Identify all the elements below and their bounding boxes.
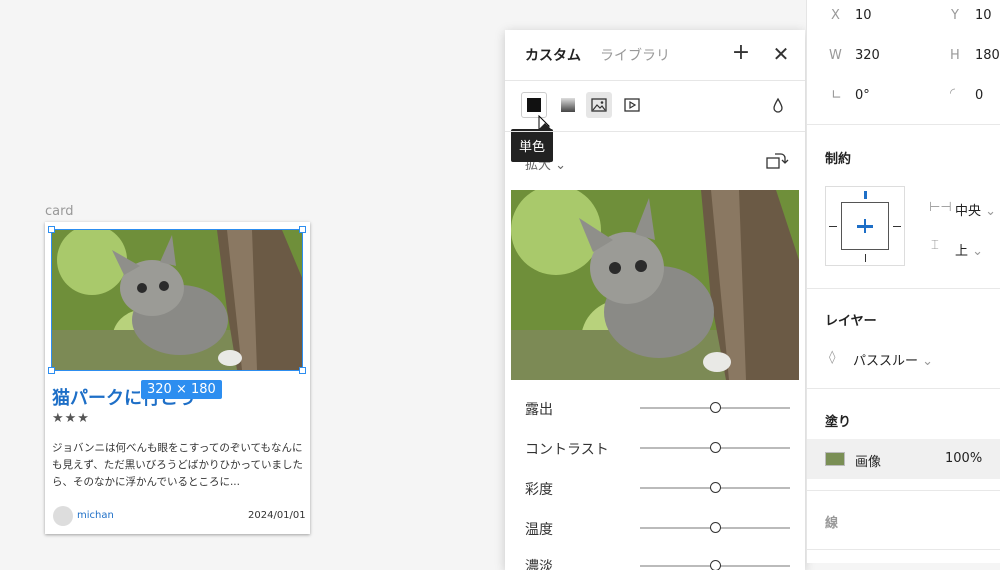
divider [505, 131, 805, 132]
fill-opacity[interactable]: 100% [945, 451, 982, 466]
avatar[interactable] [53, 506, 73, 526]
constraint-top-line[interactable] [864, 191, 867, 199]
blend-mode-select[interactable]: パススルー ⌄ [853, 350, 933, 369]
frame-label[interactable]: card [45, 204, 73, 219]
fill-image-thumbnail[interactable] [825, 452, 845, 466]
rotate-icon[interactable] [763, 148, 789, 174]
rating-stars[interactable]: ★★★ [52, 411, 90, 426]
fill-type[interactable]: 画像 [855, 451, 881, 470]
x-field[interactable]: 10 [855, 8, 872, 23]
size-badge: 320 × 180 [141, 380, 222, 399]
w-label: W [829, 48, 842, 63]
divider [807, 124, 1000, 125]
slider-knob[interactable] [710, 442, 721, 453]
close-icon[interactable]: ✕ [769, 42, 793, 66]
image-fill-icon[interactable] [586, 92, 612, 118]
adjust-label-contrast: コントラスト [525, 442, 609, 458]
y-label: Y [951, 8, 959, 23]
slider-knob[interactable] [710, 402, 721, 413]
opacity-drop-icon[interactable] [767, 94, 789, 116]
constraint-right-line[interactable] [893, 226, 901, 227]
properties-panel: X 10 Y 10 W 320 H 180 ∟ 0° ◜ 0 制約 ⊢⊣ 中央 … [806, 0, 1000, 563]
chevron-down-icon: ⌄ [972, 244, 984, 259]
constraint-left-line[interactable] [829, 226, 837, 227]
resize-handle-bottom-left[interactable] [48, 367, 55, 374]
tint-slider[interactable] [640, 560, 790, 570]
divider [807, 490, 1000, 491]
saturation-slider[interactable] [640, 482, 790, 493]
video-fill-icon[interactable] [619, 92, 645, 118]
adjust-label-tint: 濃淡 [525, 559, 553, 570]
constraint-center-v[interactable] [864, 219, 866, 233]
x-label: X [831, 8, 840, 23]
corner-radius-icon: ◜ [950, 86, 956, 101]
vertical-constraint-icon: ⌶ [931, 238, 939, 253]
fill-title: 塗り [825, 415, 852, 430]
chevron-down-icon: ⌄ [922, 354, 934, 369]
exposure-slider[interactable] [640, 402, 790, 413]
constraint-bottom-line[interactable] [865, 254, 866, 262]
divider [505, 80, 805, 81]
rotation-icon: ∟ [831, 88, 842, 103]
contrast-slider[interactable] [640, 442, 790, 453]
horizontal-constraint-value: 中央 [955, 204, 982, 219]
chevron-down-icon: ⌄ [985, 204, 997, 219]
selection-box [51, 229, 303, 371]
adjust-label-exposure: 露出 [525, 402, 553, 418]
add-icon[interactable]: + [729, 42, 753, 66]
vertical-constraint-value: 上 [955, 244, 969, 259]
blend-drop-icon: ◊ [829, 350, 836, 365]
image-preview[interactable] [511, 190, 799, 380]
post-date[interactable]: 2024/01/01 [248, 510, 306, 521]
adjust-label-saturation: 彩度 [525, 482, 553, 498]
divider [807, 388, 1000, 389]
fill-picker-panel: カスタム ライブラリ + ✕ 拡大 ⌄ 単色 露出 コントラスト 彩度 温度 濃… [505, 30, 805, 570]
tooltip: 単色 [511, 123, 554, 162]
resize-handle-top-right[interactable] [299, 226, 306, 233]
divider [807, 288, 1000, 289]
horizontal-constraint-icon: ⊢⊣ [929, 200, 952, 215]
cat-photo [511, 190, 799, 380]
chevron-down-icon: ⌄ [555, 158, 567, 173]
stroke-title[interactable]: 線 [825, 512, 838, 531]
vertical-constraint-select[interactable]: 上 ⌄ [955, 240, 983, 259]
adjust-label-temperature: 温度 [525, 522, 553, 538]
divider [807, 549, 1000, 550]
radius-field[interactable]: 0 [975, 88, 983, 103]
author-name[interactable]: michan [77, 510, 114, 521]
layer-title: レイヤー [825, 314, 877, 329]
constraints-title: 制約 [825, 152, 852, 167]
slider-knob[interactable] [710, 560, 721, 570]
fill-row[interactable]: 画像 100% [807, 439, 1000, 479]
card-body-text[interactable]: ジョバンニは何べんも眼をこすってのぞいてもなんにも見えず、ただ黒いびろうどばかり… [52, 440, 304, 491]
width-field[interactable]: 320 [855, 48, 880, 63]
y-field[interactable]: 10 [975, 8, 992, 23]
constraint-widget[interactable] [825, 186, 905, 266]
tab-custom[interactable]: カスタム [525, 45, 581, 65]
blend-mode-value: パススルー [853, 354, 919, 369]
resize-handle-top-left[interactable] [48, 226, 55, 233]
temperature-slider[interactable] [640, 522, 790, 533]
slider-knob[interactable] [710, 522, 721, 533]
rotation-field[interactable]: 0° [855, 88, 870, 103]
height-field[interactable]: 180 [975, 48, 1000, 63]
h-label: H [950, 48, 960, 63]
gradient-fill-icon[interactable] [555, 92, 581, 118]
tab-library[interactable]: ライブラリ [600, 45, 670, 65]
slider-knob[interactable] [710, 482, 721, 493]
resize-handle-bottom-right[interactable] [299, 367, 306, 374]
horizontal-constraint-select[interactable]: 中央 ⌄ [955, 200, 996, 219]
